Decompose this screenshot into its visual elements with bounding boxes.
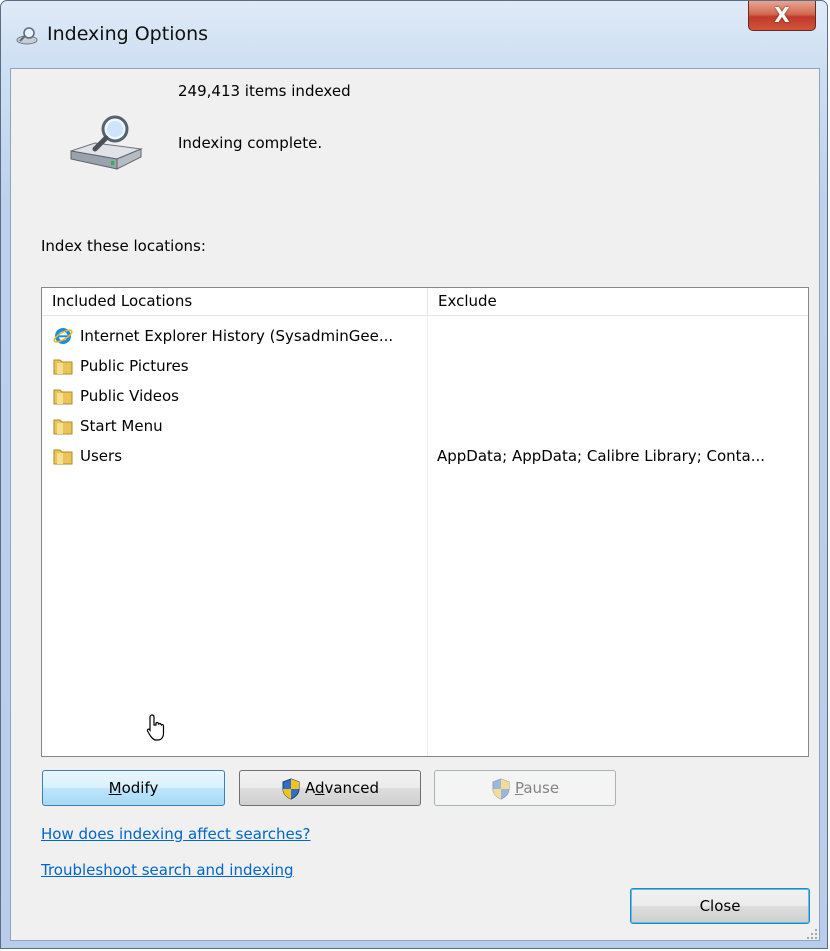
indexing-icon xyxy=(16,27,38,45)
pause-label: ause xyxy=(523,779,560,797)
items-indexed-count: 249,413 items indexed xyxy=(178,82,351,100)
column-header-included[interactable]: Included Locations xyxy=(42,288,428,315)
close-icon: X xyxy=(774,3,790,27)
folder-icon xyxy=(53,389,73,405)
indexed-drive-icon xyxy=(70,115,143,170)
internet-explorer-icon xyxy=(53,328,73,344)
modify-accelerator: M xyxy=(108,779,122,797)
folder-icon xyxy=(53,359,73,375)
advanced-label-rest: vanced xyxy=(324,779,380,797)
location-name: Public Videos xyxy=(80,387,180,405)
list-row-start-menu[interactable]: Start Menu xyxy=(42,411,808,441)
locations-list[interactable]: Included Locations Exclude Internet Expl… xyxy=(41,287,809,757)
location-name: Public Pictures xyxy=(80,357,189,375)
list-row-internet-explorer-history[interactable]: Internet Explorer History (SysadminGee..… xyxy=(42,321,808,351)
location-name: Users xyxy=(80,447,123,465)
location-name: Start Menu xyxy=(80,417,163,435)
list-row-public-videos[interactable]: Public Videos xyxy=(42,381,808,411)
folder-icon xyxy=(53,419,73,435)
indexing-options-window: Indexing Options X 249,413 items indexed… xyxy=(0,0,828,949)
list-header: Included Locations Exclude xyxy=(42,288,808,316)
troubleshoot-search-link[interactable]: Troubleshoot search and indexing xyxy=(41,861,294,879)
index-locations-label: Index these locations: xyxy=(41,237,206,255)
resize-grip-icon[interactable] xyxy=(803,927,819,941)
folder-icon xyxy=(53,449,73,465)
window-title: Indexing Options xyxy=(47,23,209,45)
uac-shield-icon xyxy=(492,777,510,800)
modify-label: odify xyxy=(121,779,159,797)
close-window-button[interactable]: X xyxy=(748,1,816,31)
advanced-label-pre: A xyxy=(304,779,315,797)
how-indexing-affects-searches-link[interactable]: How does indexing affect searches? xyxy=(41,825,311,843)
close-button[interactable]: Close xyxy=(630,888,810,924)
location-exclude: AppData; AppData; Calibre Library; Conta… xyxy=(437,447,766,465)
mouse-pointer-icon xyxy=(146,714,165,741)
column-header-exclude[interactable]: Exclude xyxy=(428,288,808,315)
pause-button: Pause xyxy=(434,770,616,806)
location-name: Internet Explorer History (SysadminGee..… xyxy=(80,327,394,345)
title-bar[interactable]: Indexing Options X xyxy=(1,1,827,68)
list-row-users[interactable]: Users AppData; AppData; Calibre Library;… xyxy=(42,441,808,471)
list-row-public-pictures[interactable]: Public Pictures xyxy=(42,351,808,381)
dialog-body: 249,413 items indexed Indexing complete.… xyxy=(10,68,820,941)
indexing-status: Indexing complete. xyxy=(178,134,323,152)
uac-shield-icon xyxy=(282,777,300,800)
advanced-button[interactable]: Advanced xyxy=(239,770,421,806)
modify-button[interactable]: Modify xyxy=(42,770,225,806)
